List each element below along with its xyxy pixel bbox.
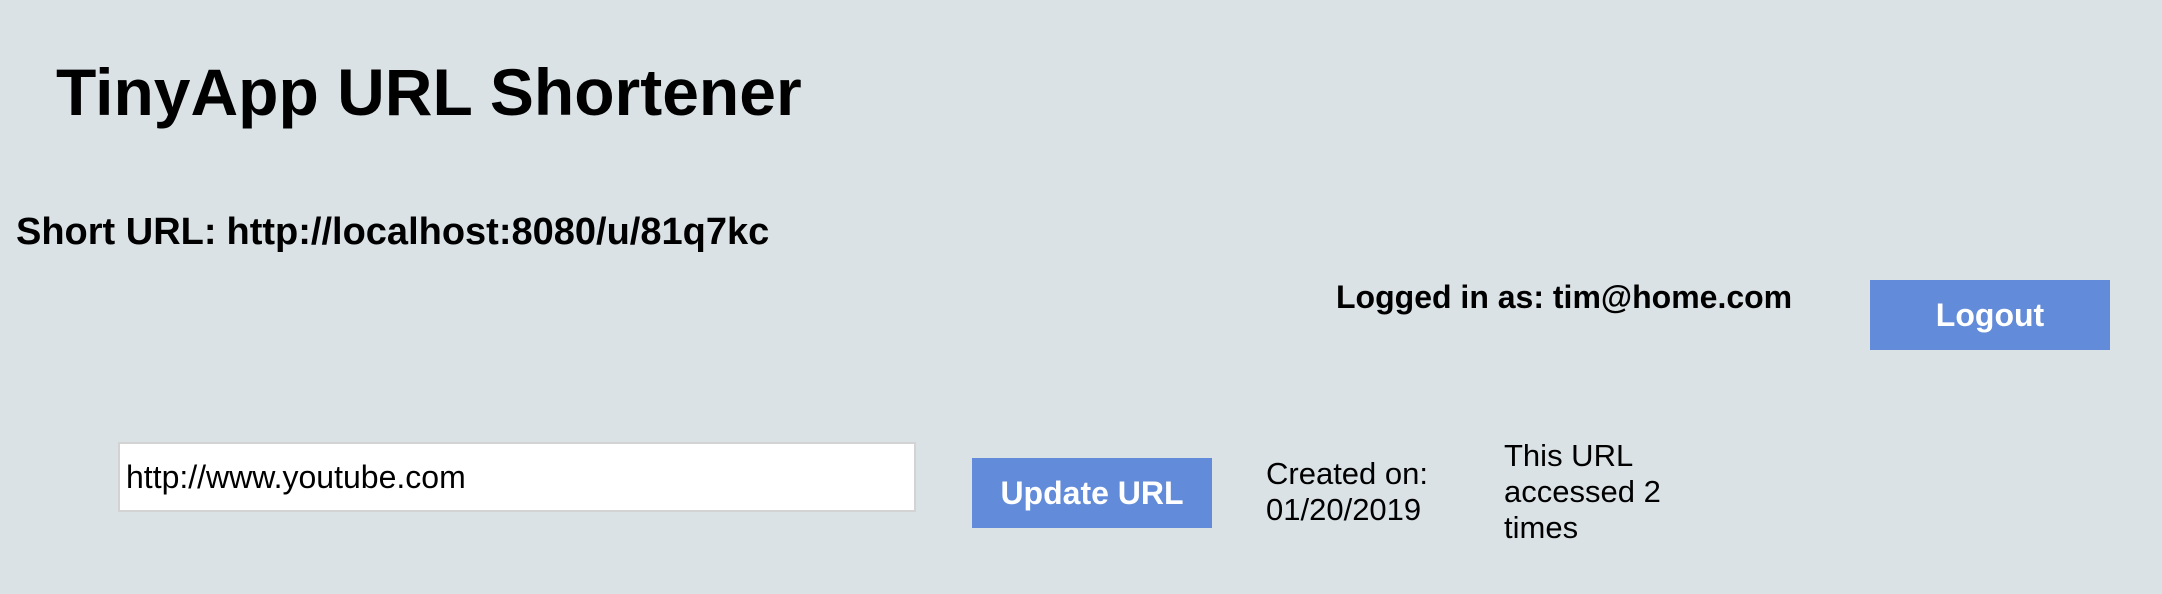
logout-button[interactable]: Logout	[1870, 280, 2110, 350]
logged-in-status: Logged in as: tim@home.com	[1336, 279, 1793, 315]
access-count-line-2: accessed 2	[1504, 474, 1661, 509]
access-count-line-1: This URL	[1504, 438, 1634, 473]
short-url-heading: Short URL: http://localhost:8080/u/81q7kc	[16, 208, 769, 256]
long-url-input[interactable]	[118, 442, 916, 512]
access-count-info: This URL accessed 2 times	[1504, 438, 1704, 546]
created-on-date: 01/20/2019	[1266, 492, 1422, 527]
short-url-label: Short URL:	[16, 211, 217, 253]
short-url-value: http://localhost:8080/u/81q7kc	[226, 211, 770, 253]
update-url-button[interactable]: Update URL	[972, 458, 1212, 528]
access-count-line-3: times	[1504, 510, 1579, 545]
created-on-label: Created on:	[1266, 456, 1428, 491]
created-on-info: Created on: 01/20/2019	[1266, 456, 1466, 528]
page-title: TinyApp URL Shortener	[56, 55, 802, 129]
